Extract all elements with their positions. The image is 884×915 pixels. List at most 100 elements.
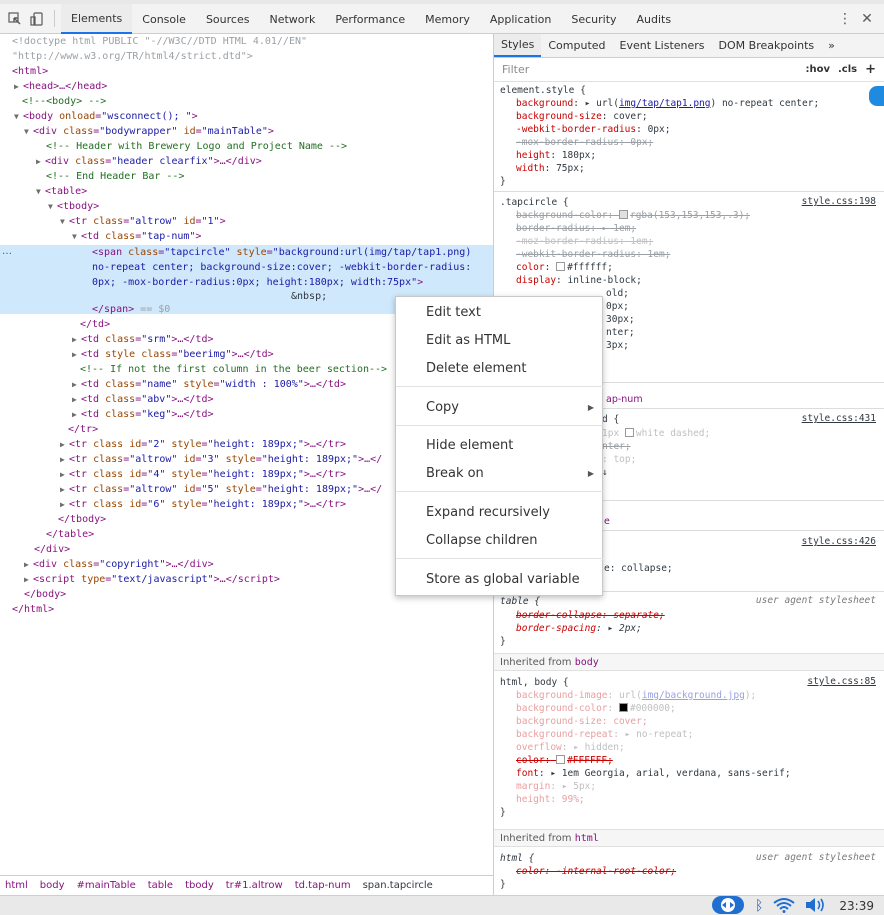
tab-dom-breakpoints[interactable]: DOM Breakpoints: [712, 34, 822, 57]
span-close[interactable]: </span> == $0: [92, 302, 170, 317]
menu-item-store-as-global[interactable]: Store as global variable: [396, 567, 604, 593]
css-property[interactable]: height: 180px;: [516, 149, 596, 162]
td-close[interactable]: </td>: [80, 317, 110, 332]
breadcrumb-item[interactable]: tr#1.altrow: [226, 880, 283, 891]
span-style-continued-2[interactable]: 0px; -mox-border-radius:0px; height:180p…: [92, 275, 423, 290]
expand-arrow-icon[interactable]: ▶: [36, 154, 45, 169]
breadcrumb-item-current[interactable]: span.tapcircle: [363, 880, 433, 891]
color-swatch-icon[interactable]: [618, 703, 628, 712]
tab-event-listeners[interactable]: Event Listeners: [613, 34, 712, 57]
expand-arrow-icon[interactable]: ▶: [60, 482, 69, 497]
dom-node-copyright[interactable]: ▶ <div class="copyright">…</div>: [24, 557, 214, 572]
rule-selector[interactable]: html, body {: [500, 676, 569, 689]
dom-node-tr-2[interactable]: ▶ <tr class id="2" style="height: 189px;"…: [60, 437, 346, 452]
breadcrumb-item[interactable]: body: [40, 880, 65, 891]
dom-node-tr-6[interactable]: ▶ <tr class id="6" style="height: 189px;"…: [60, 497, 346, 512]
css-property-partial[interactable]: : top;: [602, 453, 636, 466]
css-property[interactable]: border-spacing: ▸ 2px;: [516, 622, 642, 635]
table-close[interactable]: </table>: [46, 527, 94, 542]
menu-item-edit-text[interactable]: Edit text: [396, 300, 604, 326]
rule-selector[interactable]: html {: [500, 852, 534, 865]
css-property-overridden[interactable]: border-collapse: separate;: [516, 609, 665, 622]
inherited-tag-link[interactable]: html: [575, 833, 599, 844]
menu-item-collapse-children[interactable]: Collapse children: [396, 528, 604, 554]
css-property-inherited[interactable]: overflow: ▸ hidden;: [516, 741, 625, 754]
expand-arrow-icon[interactable]: ▶: [60, 452, 69, 467]
more-menu-icon[interactable]: ⋮: [834, 4, 856, 34]
expand-arrow-icon[interactable]: ▶: [72, 392, 81, 407]
inherited-tag-link[interactable]: body: [575, 657, 599, 668]
dom-node-td-name[interactable]: ▶ <td class="name" style="width : 100%">……: [72, 377, 346, 392]
css-property-invalid[interactable]: -moz-border-radius: 1em;: [516, 235, 653, 248]
body-close[interactable]: </body>: [24, 587, 66, 602]
css-property-partial[interactable]: 0px;: [606, 300, 629, 313]
dom-node-td-abv[interactable]: ▶ <td class="abv">…</td>: [72, 392, 214, 407]
doctype-line-2[interactable]: "http://www.w3.org/TR/html4/strict.dtd">: [12, 49, 253, 64]
dom-comment-first-column[interactable]: <!-- If not the first column in the beer…: [80, 362, 387, 377]
span-text-nbsp[interactable]: &nbsp;: [291, 289, 327, 304]
new-rule-button[interactable]: +: [865, 62, 876, 77]
collapse-arrow-icon[interactable]: ▼: [24, 124, 33, 139]
menu-item-expand-recursively[interactable]: Expand recursively: [396, 500, 604, 526]
rule-selector[interactable]: element.style {: [500, 84, 586, 97]
css-property-partial[interactable]: e: collapse;: [604, 562, 673, 575]
collapse-arrow-icon[interactable]: ▼: [60, 214, 69, 229]
more-tabs-icon[interactable]: »: [821, 34, 842, 57]
css-property-partial[interactable]: 3px;: [606, 339, 629, 352]
expand-arrow-icon[interactable]: ▶: [72, 347, 81, 362]
css-property[interactable]: background: ▸ url(img/tap/tap1.png) no-r…: [516, 97, 819, 110]
expand-arrow-icon[interactable]: ▶: [60, 497, 69, 512]
tab-application[interactable]: Application: [480, 4, 561, 34]
tab-network[interactable]: Network: [259, 4, 325, 34]
rule-source-link[interactable]: style.css:426: [802, 536, 876, 547]
tab-elements[interactable]: Elements: [61, 4, 133, 34]
tab-security[interactable]: Security: [561, 4, 626, 34]
collapse-arrow-icon[interactable]: ▼: [14, 109, 23, 124]
inspect-element-icon[interactable]: [4, 4, 26, 34]
breadcrumb-item[interactable]: table: [148, 880, 173, 891]
dom-node-tr-4[interactable]: ▶ <tr class id="4" style="height: 189px;"…: [60, 467, 346, 482]
css-property-partial[interactable]: 1px white dashed;: [602, 427, 710, 440]
color-swatch-icon[interactable]: [556, 755, 566, 764]
rule-source-link[interactable]: style.css:198: [802, 196, 876, 207]
dom-comment-end-header[interactable]: <!-- End Header Bar -->: [46, 169, 184, 184]
device-toggle-icon[interactable]: [26, 4, 48, 34]
menu-item-edit-as-html[interactable]: Edit as HTML: [396, 328, 604, 354]
css-property-overridden[interactable]: background-color: rgba(153,153,153,.3);: [516, 209, 750, 222]
expand-arrow-icon[interactable]: ▶: [60, 437, 69, 452]
tab-console[interactable]: Console: [132, 4, 196, 34]
collapse-arrow-icon[interactable]: ▼: [48, 199, 57, 214]
wifi-icon[interactable]: [773, 897, 796, 915]
menu-item-copy[interactable]: Copy ▶: [396, 395, 604, 421]
css-property[interactable]: font: ▸ 1em Georgia, arial, verdana, san…: [516, 767, 791, 780]
menu-item-hide-element[interactable]: Hide element: [396, 433, 604, 459]
css-property-overridden[interactable]: -webkit-border-radius: 1em;: [516, 248, 670, 261]
breadcrumb-item[interactable]: #mainTable: [77, 880, 136, 891]
dom-node-tbody[interactable]: ▼ <tbody>: [48, 199, 99, 214]
tbody-close[interactable]: </tbody>: [58, 512, 106, 527]
expand-arrow-icon[interactable]: ▶: [14, 79, 23, 94]
expand-arrow-icon[interactable]: ▶: [24, 557, 33, 572]
cls-toggle[interactable]: .cls: [838, 64, 857, 75]
rule-selector-partial[interactable]: d {: [602, 413, 619, 426]
tab-memory[interactable]: Memory: [415, 4, 480, 34]
rule-selector[interactable]: .tapcircle {: [500, 196, 569, 209]
css-property-overridden[interactable]: color: #FFFFFF;: [516, 754, 613, 767]
div-close[interactable]: </div>: [34, 542, 70, 557]
dom-node-bodywrapper[interactable]: ▼ <div class="bodywrapper" id="mainTable"…: [24, 124, 274, 139]
breadcrumb-item[interactable]: tbody: [185, 880, 214, 891]
dom-node-script[interactable]: ▶ <script type="text/javascript">…</scrip…: [24, 572, 280, 587]
css-property-inherited[interactable]: background-repeat: ▸ no-repeat;: [516, 728, 693, 741]
menu-item-break-on[interactable]: Break on ▶: [396, 461, 604, 487]
hov-toggle[interactable]: :hov: [805, 64, 830, 75]
tab-computed[interactable]: Computed: [541, 34, 612, 57]
css-property-invalid[interactable]: -mox-border-radius: 0px;: [516, 136, 653, 149]
css-property[interactable]: background-size: cover;: [516, 110, 648, 123]
css-property-overridden[interactable]: color: -internal-root-color;: [516, 865, 676, 878]
breadcrumb-item[interactable]: td.tap-num: [295, 880, 351, 891]
tab-performance[interactable]: Performance: [325, 4, 415, 34]
css-property-partial[interactable]: 30px;: [606, 313, 635, 326]
expand-arrow-icon[interactable]: ▶: [24, 572, 33, 587]
rule-source-link[interactable]: style.css:85: [807, 676, 876, 687]
expand-arrow-icon[interactable]: ▶: [72, 407, 81, 422]
